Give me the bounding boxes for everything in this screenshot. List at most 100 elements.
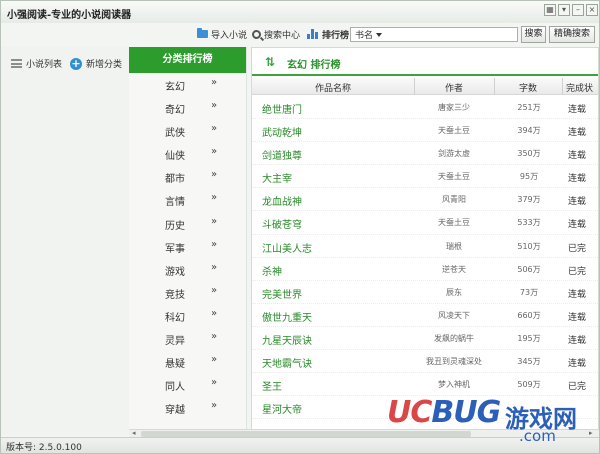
double-chevron-right-icon: » [211, 123, 218, 135]
table-row[interactable]: 剑道独尊 剑游太虚 350万 连载 [252, 142, 598, 166]
category-item[interactable]: 穿越 » [129, 396, 246, 419]
category-item[interactable]: 灵异 » [129, 327, 246, 350]
ranking-header: ⇅ 玄幻 排行榜 [252, 48, 598, 76]
novel-author: 发飙的蜗牛 [434, 333, 474, 343]
watermark-logo: UCBUG [387, 395, 501, 430]
list-icon [11, 59, 22, 68]
app-window: 小强阅读-专业的小说阅读器 ▦ ▾ – × 导入小说 搜索中心 排行榜 书名 搜… [0, 0, 600, 454]
column-header-words[interactable]: 字数 [494, 81, 562, 94]
novel-status: 连载 [568, 151, 587, 162]
novel-title-link[interactable]: 完美世界 [262, 286, 302, 301]
novel-word-count: 510万 [517, 241, 541, 251]
category-label: 悬疑 [165, 359, 185, 371]
category-label: 历史 [165, 220, 185, 232]
novel-word-count: 660万 [517, 310, 541, 320]
double-chevron-right-icon: » [211, 146, 218, 158]
novel-author: 辰东 [446, 287, 462, 297]
table-row[interactable]: 杀神 逆苍天 506万 已完 [252, 258, 598, 281]
import-novel-label: 导入小说 [211, 30, 248, 41]
close-icon: × [588, 5, 596, 14]
table-row[interactable]: 大主宰 天蚕土豆 95万 连载 [252, 165, 598, 189]
search-type-select[interactable]: 书名 [350, 27, 518, 42]
app-title: 小强阅读-专业的小说阅读器 [7, 10, 132, 21]
ranking-title: 玄幻 排行榜 [287, 60, 341, 71]
table-row[interactable]: 绝世唐门 唐家三少 251万 连载 [252, 96, 598, 120]
category-item[interactable]: 言情 » [129, 188, 246, 211]
novel-title-link[interactable]: 星河大帝 [262, 401, 302, 416]
category-item[interactable]: 竞技 » [129, 281, 246, 304]
novel-word-count: 394万 [517, 126, 541, 136]
column-header-author[interactable]: 作者 [414, 81, 494, 94]
novel-word-count: 95万 [519, 172, 539, 182]
novel-status: 已完 [568, 243, 587, 254]
exact-search-button[interactable]: 精确搜索 [549, 26, 595, 43]
novel-title-link[interactable]: 绝世唐门 [262, 101, 302, 116]
novel-title-link[interactable]: 大主宰 [262, 170, 292, 185]
category-item[interactable]: 仙侠 » [129, 142, 246, 165]
novel-title-link[interactable]: 傲世九重天 [262, 309, 312, 324]
table-row[interactable]: 天地霸气诀 我丑到灵魂深处 345万 连载 [252, 350, 598, 374]
skin-button[interactable]: ▦ [544, 4, 556, 16]
category-item[interactable]: 历史 » [129, 212, 246, 235]
category-label: 科幻 [165, 312, 185, 324]
minimize-button[interactable]: – [572, 4, 584, 16]
novel-status: 连载 [568, 359, 587, 370]
table-row[interactable]: 江山美人志 瑞根 510万 已完 [252, 235, 598, 258]
category-item[interactable]: 都市 » [129, 165, 246, 188]
new-category-label: 新增分类 [86, 60, 123, 70]
menu-button[interactable]: ▾ [558, 4, 570, 16]
scroll-left-icon[interactable]: ◂ [132, 429, 136, 437]
category-item[interactable]: 同人 » [129, 373, 246, 396]
column-header-title[interactable]: 作品名称 [252, 81, 414, 94]
table-row[interactable]: 九星天辰诀 发飙的蜗牛 195万 连载 [252, 327, 598, 351]
chevron-down-icon [376, 32, 383, 37]
novel-title-link[interactable]: 龙血战神 [262, 193, 302, 208]
category-item[interactable]: 军事 » [129, 235, 246, 258]
novel-title-link[interactable]: 剑道独尊 [262, 147, 302, 162]
category-label: 仙侠 [165, 151, 185, 163]
novel-author: 瑞根 [446, 241, 462, 251]
ranking-button[interactable]: 排行榜 [307, 27, 349, 41]
ranking-panel: ⇅ 玄幻 排行榜 作品名称 作者 字数 完成状 绝世唐门 唐家三少 251万 连载 武动… [251, 47, 599, 435]
search-center-button[interactable]: 搜索中心 [252, 27, 300, 41]
novel-status: 已完 [568, 266, 587, 277]
category-label: 都市 [165, 174, 185, 186]
novel-word-count: 345万 [517, 357, 541, 367]
novel-status: 已完 [568, 382, 587, 393]
category-item[interactable]: 玄幻 » [129, 73, 246, 96]
category-label: 同人 [165, 382, 185, 394]
novel-author: 天蚕土豆 [438, 172, 470, 182]
close-button[interactable]: × [586, 4, 598, 16]
category-item[interactable]: 科幻 » [129, 304, 246, 327]
category-item[interactable]: 奇幻 » [129, 96, 246, 119]
novel-title-link[interactable]: 天地霸气诀 [262, 355, 312, 370]
category-item[interactable]: 游戏 » [129, 258, 246, 281]
novel-title-link[interactable]: 九星天辰诀 [262, 332, 312, 347]
search-icon [252, 29, 261, 39]
novel-title-link[interactable]: 武动乾坤 [262, 124, 302, 139]
new-category-button[interactable]: + 新增分类 [70, 57, 122, 70]
double-chevron-right-icon: » [211, 284, 218, 296]
category-item[interactable]: 武侠 » [129, 119, 246, 142]
novel-author: 逆苍天 [442, 264, 466, 274]
double-chevron-right-icon: » [211, 100, 218, 112]
category-label: 玄幻 [165, 82, 185, 93]
novel-word-count: 350万 [517, 149, 541, 159]
table-row[interactable]: 完美世界 辰东 73万 连载 [252, 281, 598, 304]
novel-list-button[interactable]: 小说列表 [11, 57, 62, 70]
version-label: 版本号: 2.5.0.100 [6, 443, 82, 453]
novel-title-link[interactable]: 江山美人志 [262, 240, 312, 255]
search-button[interactable]: 搜索 [521, 26, 546, 43]
category-item[interactable]: 悬疑 » [129, 350, 246, 373]
category-label: 竞技 [165, 289, 185, 301]
table-row[interactable]: 龙血战神 风青阳 379万 连载 [252, 188, 598, 212]
double-chevron-right-icon: » [211, 331, 218, 343]
table-row[interactable]: 斗破苍穹 天蚕土豆 533万 连载 [252, 211, 598, 235]
table-row[interactable]: 傲世九重天 风凌天下 660万 连载 [252, 304, 598, 327]
novel-title-link[interactable]: 圣王 [262, 378, 282, 393]
novel-title-link[interactable]: 杀神 [262, 263, 282, 278]
import-novel-button[interactable]: 导入小说 [197, 27, 247, 41]
table-row[interactable]: 武动乾坤 天蚕土豆 394万 连载 [252, 119, 598, 143]
novel-title-link[interactable]: 斗破苍穹 [262, 216, 302, 231]
column-header-status[interactable]: 完成状 [566, 81, 593, 94]
